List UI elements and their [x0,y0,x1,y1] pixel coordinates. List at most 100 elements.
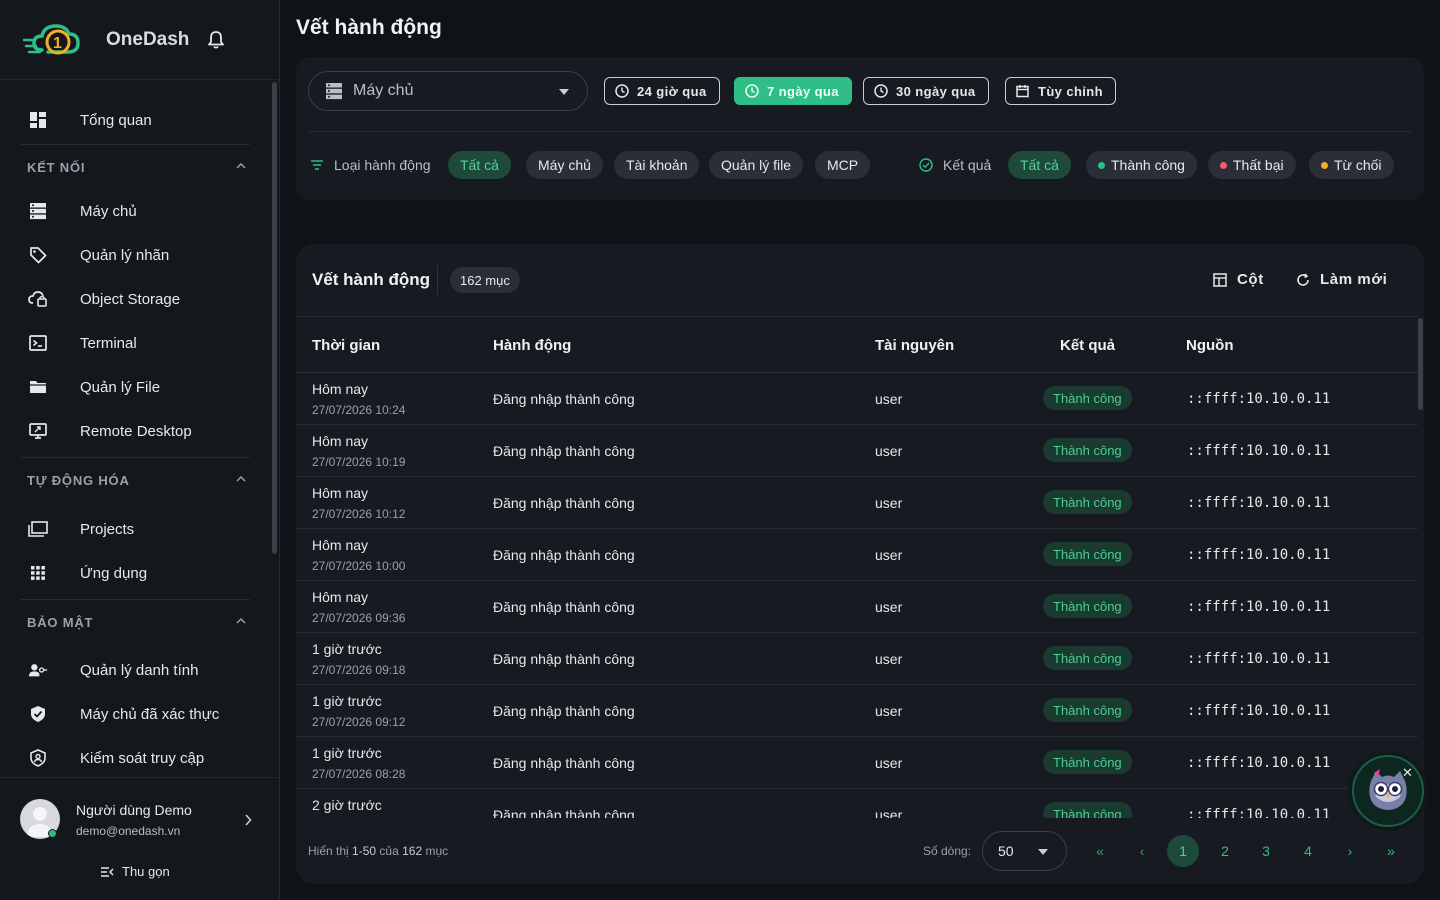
action-type-chip-server[interactable]: Máy chủ [526,151,603,179]
table-row[interactable]: Hôm nay 27/07/2026 10:19 Đăng nhập thành c… [296,425,1418,477]
section-connect-header[interactable]: KẾT NỐI [0,145,270,189]
status-badge: Thành công [1043,802,1132,818]
status-badge: Thành công [1043,594,1132,618]
action-type-chip-account[interactable]: Tài khoản [614,151,700,179]
time-7d-button[interactable]: 7 ngày qua [734,77,852,105]
action-type-chip-file[interactable]: Quản lý file [709,151,804,179]
sidebar-item-apps[interactable]: Ứng dụng [0,551,270,595]
chip-label: Thất bại [1233,157,1284,173]
section-title: BẢO MẬT [27,614,94,630]
refresh-button-label: Làm mới [1320,271,1388,288]
table-row[interactable]: 2 giờ trước Đăng nhập thành công user Thành… [296,789,1418,818]
refresh-button[interactable]: Làm mới [1296,271,1387,288]
chevron-up-icon [236,162,246,169]
sidebar-item-labels[interactable]: Quản lý nhãn [0,233,270,277]
source-cell: ::ffff:10.10.0.11 [1187,599,1331,615]
source-cell: ::ffff:10.10.0.11 [1187,703,1331,719]
sidebar-item-terminal[interactable]: Terminal [0,321,270,365]
sidebar-item-object-storage[interactable]: Object Storage [0,277,270,321]
prev-page-button[interactable]: ‹ [1126,835,1158,867]
table-scrollbar[interactable] [1418,318,1423,410]
page-4-button[interactable]: 4 [1292,835,1324,867]
page-3-button[interactable]: 3 [1250,835,1282,867]
section-automation-header[interactable]: TỰ ĐỘNG HÓA [0,458,270,502]
audit-table-card: Vết hành động 162 mục Cột Làm mới Thời g… [296,244,1424,884]
column-header-source[interactable]: Nguồn [1186,337,1233,354]
status-badge: Thành công [1043,438,1132,462]
rows-per-page-value: 50 [998,843,1014,859]
page-2-button[interactable]: 2 [1209,835,1241,867]
sidebar-item-projects[interactable]: Projects [0,507,270,551]
collapse-button[interactable]: Thu gọn [100,864,170,879]
table-row[interactable]: Hôm nay 27/07/2026 10:24 Đăng nhập thành c… [296,373,1418,425]
result-chip-denied[interactable]: Từ chối [1309,151,1394,179]
columns-button-label: Cột [1237,271,1264,288]
time-30d-button[interactable]: 30 ngày qua [863,77,989,105]
source-cell: ::ffff:10.10.0.11 [1187,651,1331,667]
column-header-action[interactable]: Hành động [493,337,571,354]
info-mid: của [379,844,399,858]
result-label-text: Kết quả [943,157,992,173]
table-header: Thời gian Hành động Tài nguyên Kết quả N… [296,316,1418,373]
section-security-header[interactable]: BẢO MẬT [0,600,270,644]
sidebar-item-identity[interactable]: Quản lý danh tính [0,648,270,692]
timestamp: 27/07/2026 10:19 [312,455,406,469]
assistant-owl-button[interactable] [1352,755,1424,827]
time-button-label: 24 giờ qua [637,83,707,99]
resource-cell: user [875,703,903,719]
bell-icon[interactable] [206,30,226,50]
rows-per-page-select[interactable]: 50 [982,831,1067,871]
table-row[interactable]: 1 giờ trước 27/07/2026 09:12 Đăng nhập thà… [296,685,1418,737]
next-page-button[interactable]: › [1334,835,1366,867]
sidebar-item-servers[interactable]: Máy chủ [0,189,270,233]
table-row[interactable]: Hôm nay 27/07/2026 09:36 Đăng nhập thành c… [296,581,1418,633]
apps-grid-icon [28,563,48,583]
resource-select[interactable]: Máy chủ [308,71,588,111]
table-row[interactable]: Hôm nay 27/07/2026 10:12 Đăng nhập thành c… [296,477,1418,529]
columns-button[interactable]: Cột [1213,271,1264,288]
sidebar-item-label: Projects [80,520,135,538]
chip-label: Quản lý file [721,157,792,173]
table-row[interactable]: 1 giờ trước 27/07/2026 09:18 Đăng nhập thà… [296,633,1418,685]
sidebar-item-verified-servers[interactable]: Máy chủ đã xác thực [0,692,270,736]
brand[interactable]: 1 OneDash [0,0,279,80]
denied-dot [1321,161,1328,169]
status-badge: Thành công [1043,750,1132,774]
time-custom-button[interactable]: Tùy chỉnh [1005,77,1116,105]
action-type-chip-mcp[interactable]: MCP [815,151,871,179]
identity-icon [28,660,48,680]
column-header-resource[interactable]: Tài nguyên [875,337,954,354]
resource-cell: user [875,599,903,615]
result-chip-failed[interactable]: Thất bại [1208,151,1296,179]
success-dot [1098,161,1105,169]
dashboard-icon [28,110,48,130]
sidebar-item-label: Ứng dụng [80,564,148,582]
sidebar-item-overview[interactable]: Tổng quan [0,98,270,142]
chip-label: Máy chủ [538,157,591,173]
column-header-time[interactable]: Thời gian [312,337,380,354]
user-card[interactable]: Người dùng Demo demo@onedash.vn Thu gọn [0,777,279,900]
time-24h-button[interactable]: 24 giờ qua [604,77,720,105]
column-header-result[interactable]: Kết quả [1060,337,1115,354]
source-cell: ::ffff:10.10.0.11 [1187,755,1331,771]
result-chip-success[interactable]: Thành công [1086,151,1197,179]
action-type-chip-all[interactable]: Tất cả [448,151,511,179]
relative-time: Hôm nay [312,589,369,605]
page-1-button[interactable]: 1 [1167,835,1199,867]
last-page-button[interactable]: » [1375,835,1407,867]
terminal-icon [28,333,48,353]
first-page-button[interactable]: « [1084,835,1116,867]
table-row[interactable]: 1 giờ trước 27/07/2026 08:28 Đăng nhập thà… [296,737,1418,789]
sidebar-item-remote-desktop[interactable]: Remote Desktop [0,409,270,453]
sidebar-scrollbar[interactable] [272,82,277,554]
relative-time: Hôm nay [312,433,369,449]
result-chip-all[interactable]: Tất cả [1008,151,1071,179]
timestamp: 27/07/2026 09:36 [312,611,406,625]
sidebar-item-access-control[interactable]: Kiểm soát truy cập [0,736,270,776]
table-row[interactable]: Hôm nay 27/07/2026 10:00 Đăng nhập thành c… [296,529,1418,581]
chevron-right-icon[interactable] [244,814,252,826]
action-cell: Đăng nhập thành công [493,443,635,459]
sidebar-item-file-manager[interactable]: Quản lý File [0,365,270,409]
close-icon[interactable]: ✕ [1402,765,1413,781]
status-badge: Thành công [1043,542,1132,566]
